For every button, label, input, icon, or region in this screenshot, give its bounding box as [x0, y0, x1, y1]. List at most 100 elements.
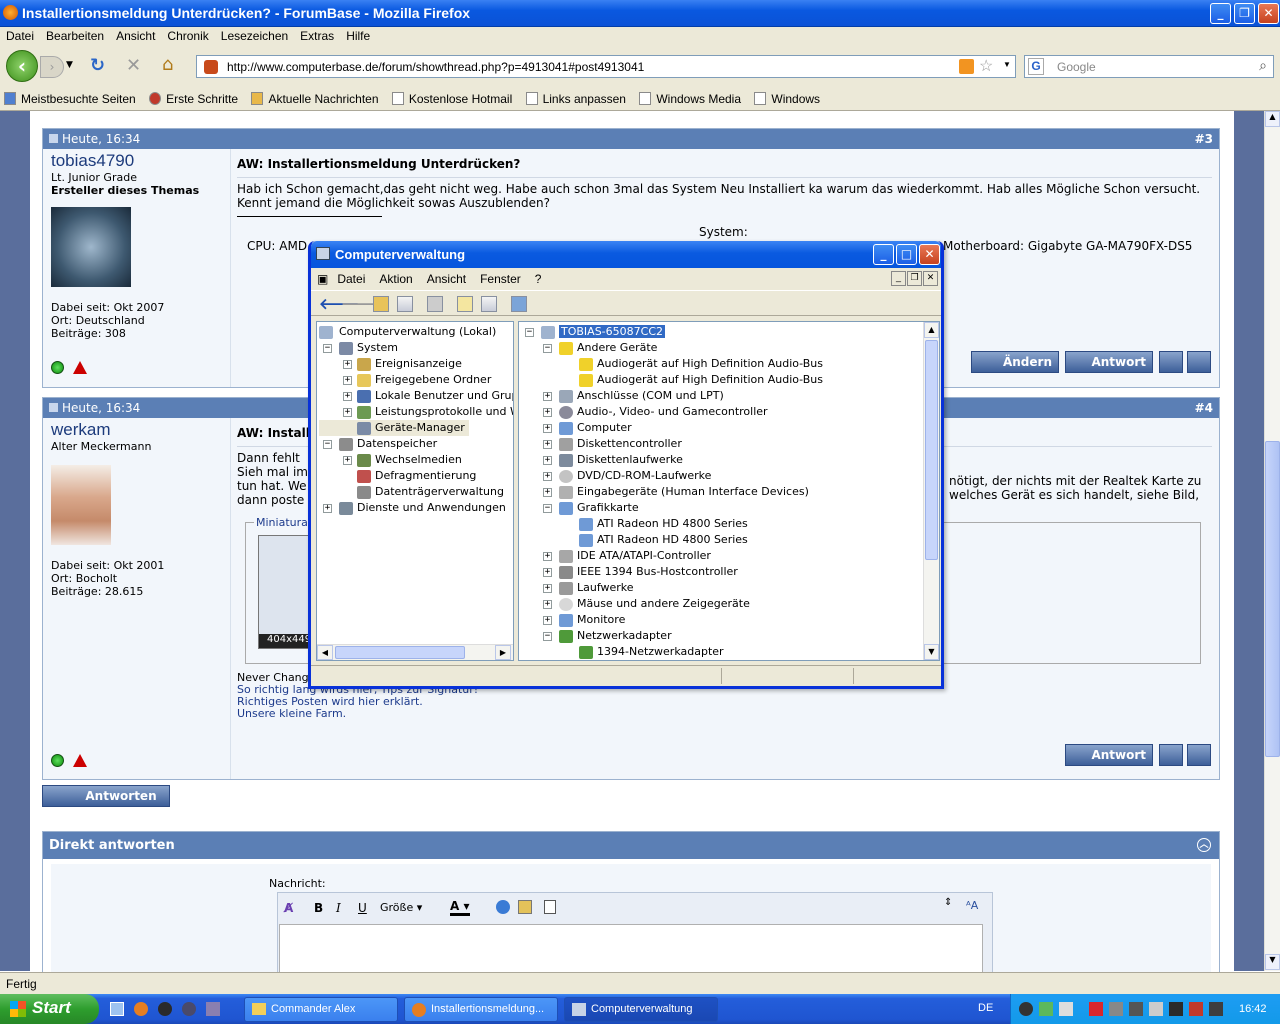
- search-icon[interactable]: ⌕: [1259, 57, 1267, 74]
- expand-icon[interactable]: +: [343, 360, 352, 369]
- collapse-icon[interactable]: −: [543, 632, 552, 641]
- tree-item-ereignisanzeige[interactable]: + Ereignisanzeige: [319, 356, 462, 372]
- username-link[interactable]: tobias4790: [43, 149, 230, 171]
- show-tree-icon[interactable]: [397, 296, 413, 312]
- tray-network-icon[interactable]: [1039, 1002, 1053, 1016]
- signature-link[interactable]: Unsere kleine Farm.: [237, 708, 478, 720]
- scroll-thumb[interactable]: [925, 340, 938, 560]
- cv-menu-ansicht[interactable]: Ansicht: [420, 268, 473, 290]
- expand-icon[interactable]: +: [543, 568, 552, 577]
- tree-item-datenspeicher[interactable]: − Datenspeicher: [319, 436, 437, 452]
- tree-item-system[interactable]: − System: [319, 340, 398, 356]
- tree-item-lokale-benutzer[interactable]: + Lokale Benutzer und Gruppe: [319, 388, 513, 404]
- menu-hilfe[interactable]: Hilfe: [340, 27, 376, 45]
- remove-format-icon[interactable]: A̸: [284, 901, 293, 915]
- device-category[interactable]: + Mäuse und andere Zeigegeräte: [523, 596, 750, 612]
- collapse-icon[interactable]: −: [525, 328, 534, 337]
- device-item[interactable]: ATI Radeon HD 4800 Series: [523, 516, 748, 532]
- quote-icon[interactable]: [544, 900, 556, 914]
- minimize-button[interactable]: _: [1210, 3, 1231, 24]
- clock[interactable]: 16:42: [1239, 1003, 1267, 1015]
- properties-icon[interactable]: [457, 296, 473, 312]
- expand-icon[interactable]: +: [543, 488, 552, 497]
- report-icon[interactable]: [73, 361, 87, 374]
- cv-menu-aktion[interactable]: Aktion: [372, 268, 419, 290]
- expand-icon[interactable]: +: [543, 456, 552, 465]
- resize-icon[interactable]: ⇕: [944, 897, 952, 908]
- quicklaunch-app-icon[interactable]: [182, 1002, 196, 1016]
- device-category[interactable]: + Monitore: [523, 612, 625, 628]
- report-icon[interactable]: [73, 754, 87, 767]
- device-item[interactable]: 1394-Netzwerkadapter: [523, 644, 724, 660]
- menu-lesezeichen[interactable]: Lesezeichen: [215, 27, 294, 45]
- task-commander[interactable]: Commander Alex: [244, 997, 398, 1022]
- cv-app-icon[interactable]: ▣: [311, 268, 330, 286]
- cv-maximize-button[interactable]: □: [896, 244, 917, 265]
- mdi-minimize-icon[interactable]: _: [891, 271, 906, 286]
- reply-button[interactable]: Antwort: [1065, 744, 1153, 766]
- task-firefox[interactable]: Installertionsmeldung...: [404, 997, 558, 1022]
- scroll-right-icon[interactable]: ▶: [495, 645, 511, 660]
- expand-icon[interactable]: +: [543, 584, 552, 593]
- forward-button[interactable]: ›: [40, 56, 64, 78]
- insert-image-icon[interactable]: [518, 900, 532, 914]
- mdi-close-icon[interactable]: ✕: [923, 271, 938, 286]
- menu-datei[interactable]: Datei: [0, 27, 40, 45]
- quote-multi-icon[interactable]: [1159, 351, 1183, 373]
- device-item[interactable]: Audiogerät auf High Definition Audio-Bus: [523, 372, 823, 388]
- device-category[interactable]: + Eingabegeräte (Human Interface Devices): [523, 484, 809, 500]
- cv-menu-help[interactable]: ?: [528, 268, 549, 290]
- device-category[interactable]: + Diskettenlaufwerke: [523, 452, 683, 468]
- expand-icon[interactable]: +: [343, 456, 352, 465]
- expand-icon[interactable]: +: [543, 440, 552, 449]
- device-category-andere-geraete[interactable]: − Andere Geräte: [523, 340, 657, 356]
- tray-app2-icon[interactable]: [1109, 1002, 1123, 1016]
- collapse-icon[interactable]: −: [543, 344, 552, 353]
- history-dropdown-icon[interactable]: ▼: [66, 60, 73, 70]
- scroll-thumb[interactable]: [335, 646, 465, 659]
- expand-icon[interactable]: +: [543, 424, 552, 433]
- collapse-icon[interactable]: −: [543, 504, 552, 513]
- expand-icon[interactable]: +: [543, 392, 552, 401]
- text-size-icon[interactable]: ᴬA: [966, 899, 978, 912]
- start-button[interactable]: Start: [0, 994, 99, 1024]
- expand-icon[interactable]: +: [343, 408, 352, 417]
- scroll-thumb[interactable]: [1265, 441, 1280, 757]
- url-bar[interactable]: http://www.computerbase.de/forum/showthr…: [196, 55, 1016, 78]
- tree-item-datentraegerverwaltung[interactable]: Datenträgerverwaltung: [319, 484, 504, 500]
- underline-icon[interactable]: U: [358, 901, 367, 915]
- italic-icon[interactable]: I: [336, 901, 341, 915]
- page-scrollbar[interactable]: ▲ ▼: [1264, 111, 1280, 971]
- expand-icon[interactable]: +: [543, 552, 552, 561]
- bookmark-erste-schritte[interactable]: Erste Schritte: [149, 92, 238, 106]
- device-category[interactable]: + IDE ATA/ATAPI-Controller: [523, 548, 711, 564]
- tree-item-defragmentierung[interactable]: Defragmentierung: [319, 468, 476, 484]
- menu-bearbeiten[interactable]: Bearbeiten: [40, 27, 110, 45]
- bold-icon[interactable]: B: [314, 901, 323, 915]
- scroll-left-icon[interactable]: ◀: [317, 645, 333, 660]
- collapse-icon[interactable]: −: [323, 440, 332, 449]
- stop-icon[interactable]: ✕: [126, 55, 141, 76]
- device-category[interactable]: + Diskettencontroller: [523, 436, 682, 452]
- device-category-grafikkarte[interactable]: − Grafikkarte: [523, 500, 639, 516]
- scan-hardware-icon[interactable]: [511, 296, 527, 312]
- close-button[interactable]: ✕: [1258, 3, 1279, 24]
- tree-item-leistungsprotokolle[interactable]: + Leistungsprotokolle und War: [319, 404, 513, 420]
- device-root[interactable]: − TOBIAS-65087CC2: [523, 324, 665, 340]
- expand-icon[interactable]: +: [543, 472, 552, 481]
- tree-item-wechselmedien[interactable]: + Wechselmedien: [319, 452, 462, 468]
- font-color-icon[interactable]: A ▾: [450, 899, 470, 916]
- tray-antivirus-icon[interactable]: [1189, 1002, 1203, 1016]
- cv-minimize-button[interactable]: _: [873, 244, 894, 265]
- device-category[interactable]: + IEEE 1394 Bus-Hostcontroller: [523, 564, 738, 580]
- expand-icon[interactable]: +: [343, 376, 352, 385]
- username-link[interactable]: werkam: [43, 418, 230, 440]
- quicklaunch-steam-icon[interactable]: [158, 1002, 172, 1016]
- device-tree-scrollbar[interactable]: ▲ ▼: [923, 322, 939, 660]
- quicklaunch-desktop-icon[interactable]: [110, 1002, 124, 1016]
- print-icon[interactable]: [427, 296, 443, 312]
- task-computerverwaltung[interactable]: Computerverwaltung: [564, 997, 718, 1022]
- scroll-up-icon[interactable]: ▲: [1265, 111, 1280, 127]
- collapse-icon[interactable]: −: [323, 344, 332, 353]
- menu-extras[interactable]: Extras: [294, 27, 340, 45]
